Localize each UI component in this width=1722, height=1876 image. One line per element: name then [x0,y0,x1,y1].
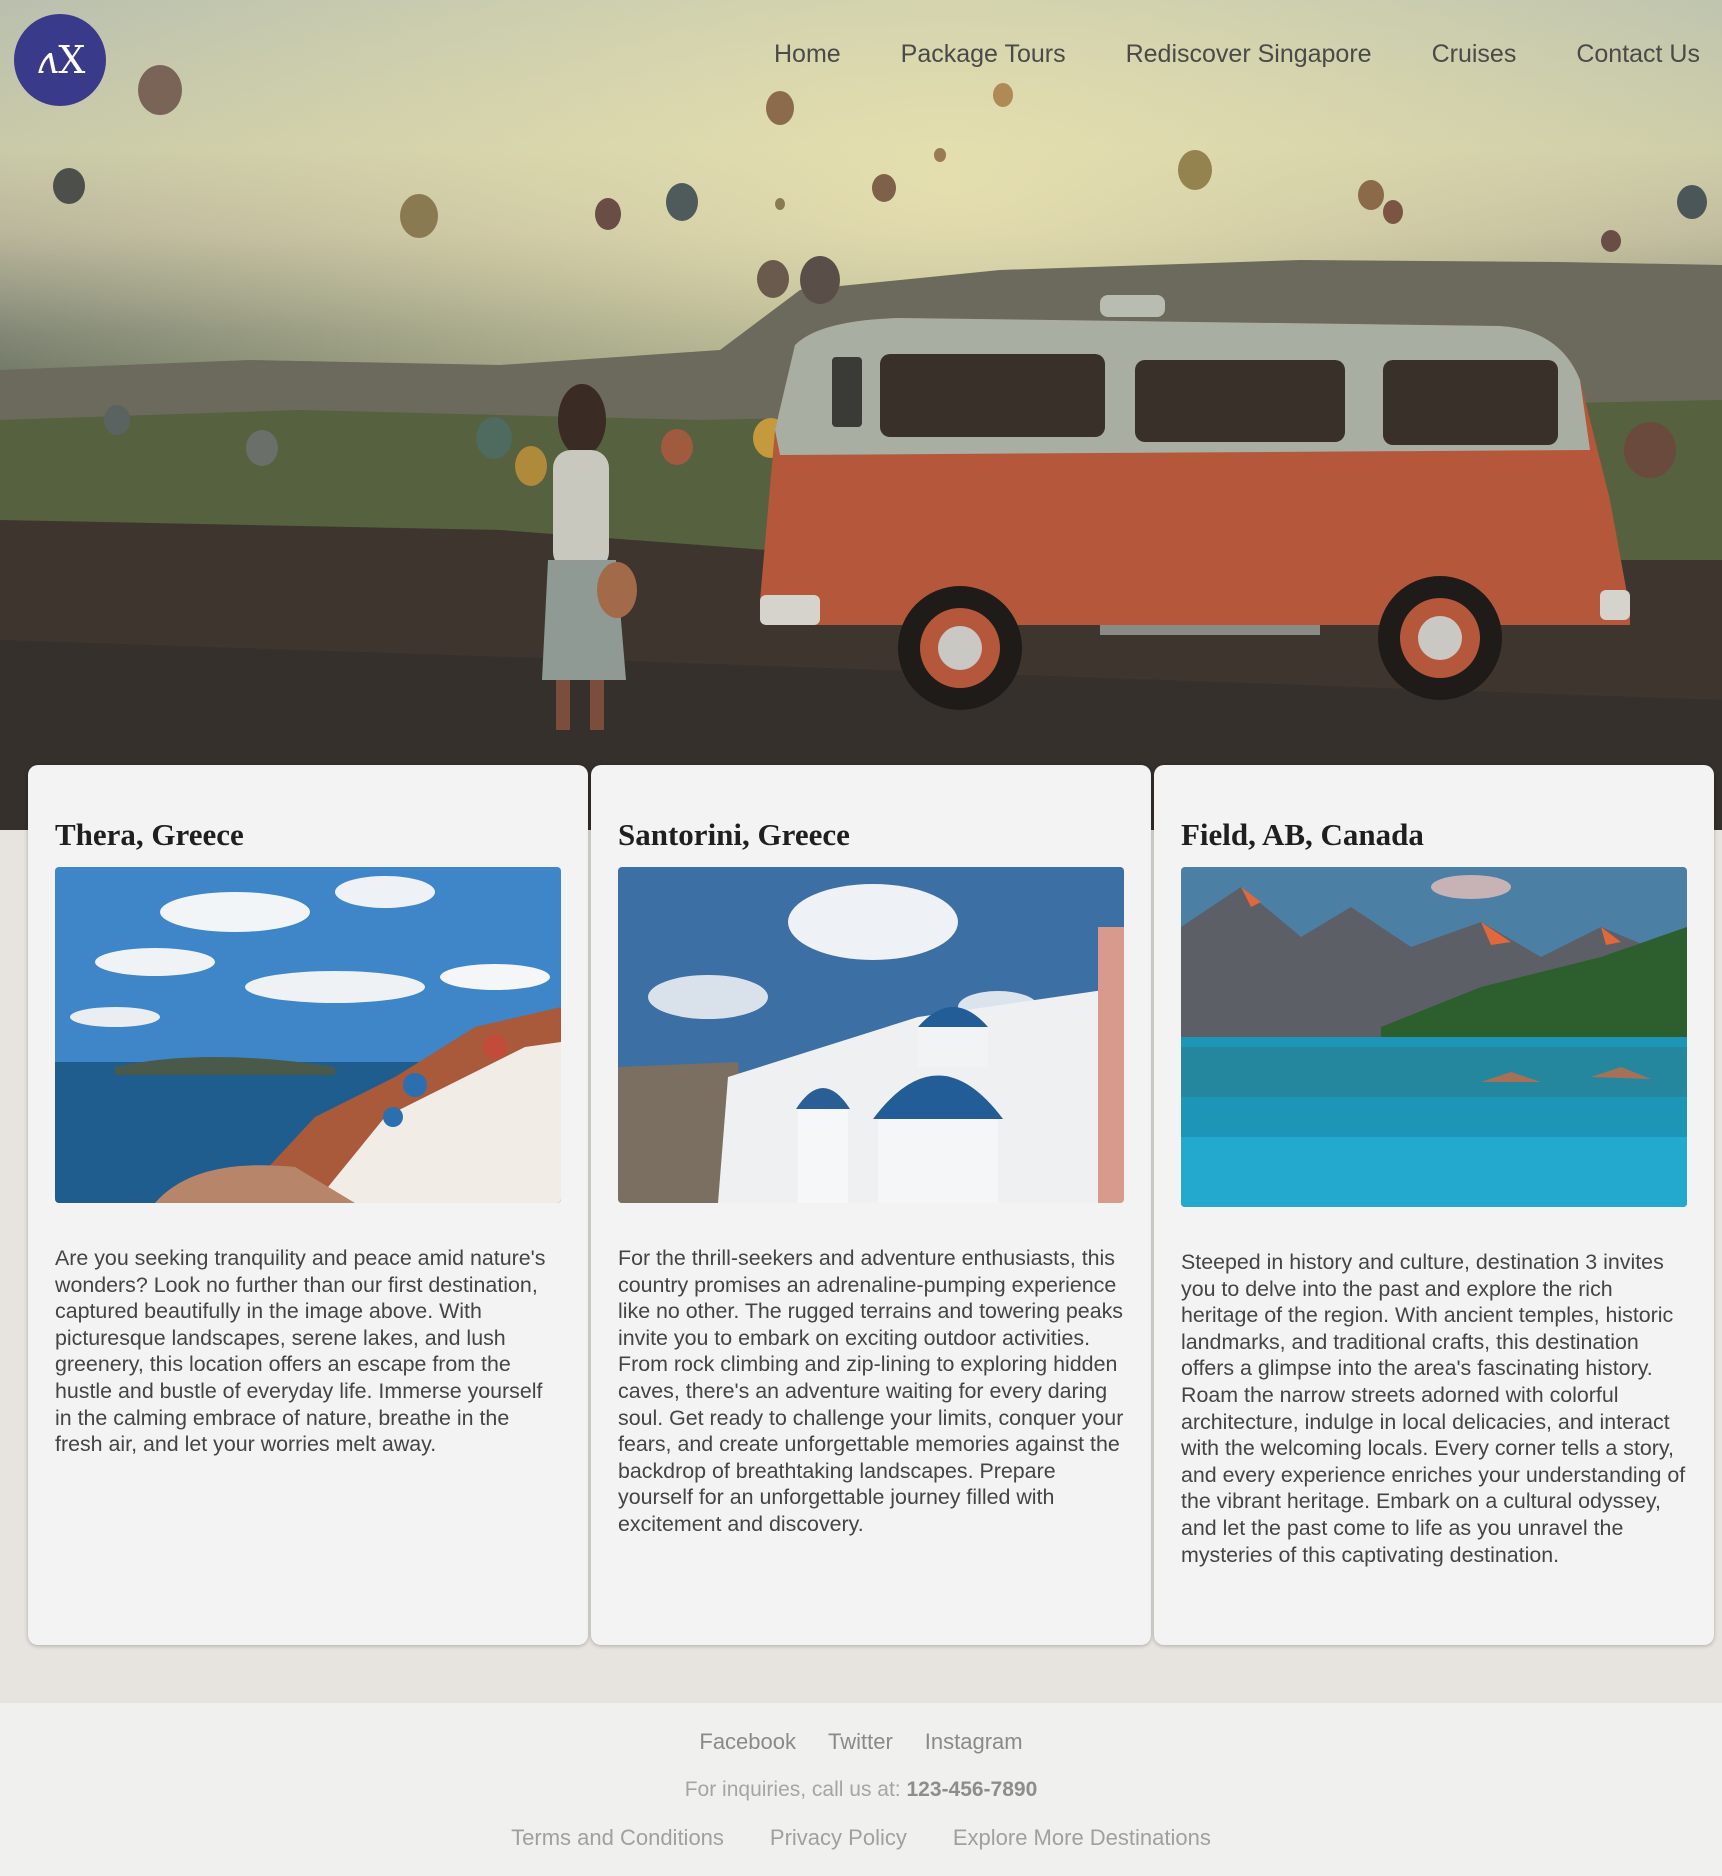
card-description: For the thrill-seekers and adventure ent… [618,1246,1124,1536]
seaside-cliff-village-photo [55,867,561,1203]
inquiry-text: For inquiries, call us at: 123-456-7890 [0,1778,1722,1802]
card-title: Field, AB, Canada [1181,817,1424,852]
facebook-link[interactable]: Facebook [699,1729,796,1755]
logo-text: X [58,38,85,82]
terms-link[interactable]: Terms and Conditions [511,1825,724,1851]
nav-cruises[interactable]: Cruises [1432,40,1517,69]
destination-card: Field, AB, Canada Steeped in history and… [1154,765,1714,1645]
brand-logo[interactable]: ʌ X [14,14,106,106]
nav-contact-us[interactable]: Contact Us [1576,40,1700,69]
logo-mark: ʌ [36,38,59,82]
nav-home[interactable]: Home [774,40,841,69]
destination-cards: Thera, Greece Are you seeking tranquilit… [28,765,1716,1648]
nav-package-tours[interactable]: Package Tours [901,40,1066,69]
mountain-lake-reflection-photo [1181,867,1687,1207]
privacy-link[interactable]: Privacy Policy [770,1825,907,1851]
social-links: Facebook Twitter Instagram [0,1729,1722,1755]
card-description: Are you seeking tranquility and peace am… [55,1246,546,1457]
hero-image [0,0,1722,830]
card-description: Steeped in history and culture, destinat… [1181,1250,1686,1567]
footer-links: Terms and Conditions Privacy Policy Expl… [0,1825,1722,1851]
inquiry-prefix: For inquiries, call us at: [684,1778,901,1801]
blue-dome-churches-photo [618,867,1124,1203]
hero-banner: ʌ X Home Package Tours Rediscover Singap… [0,0,1722,830]
destination-card: Thera, Greece Are you seeking tranquilit… [28,765,588,1645]
card-title: Santorini, Greece [618,817,850,852]
destination-card: Santorini, Greece For the thrill-seekers… [591,765,1151,1645]
site-footer: Facebook Twitter Instagram For inquiries… [0,1703,1722,1876]
explore-more-link[interactable]: Explore More Destinations [953,1825,1211,1851]
instagram-link[interactable]: Instagram [925,1729,1023,1755]
card-title: Thera, Greece [55,817,244,852]
nav-rediscover-singapore[interactable]: Rediscover Singapore [1126,40,1372,69]
phone-number[interactable]: 123-456-7890 [906,1778,1037,1801]
twitter-link[interactable]: Twitter [828,1729,893,1755]
main-nav: Home Package Tours Rediscover Singapore … [774,40,1700,69]
